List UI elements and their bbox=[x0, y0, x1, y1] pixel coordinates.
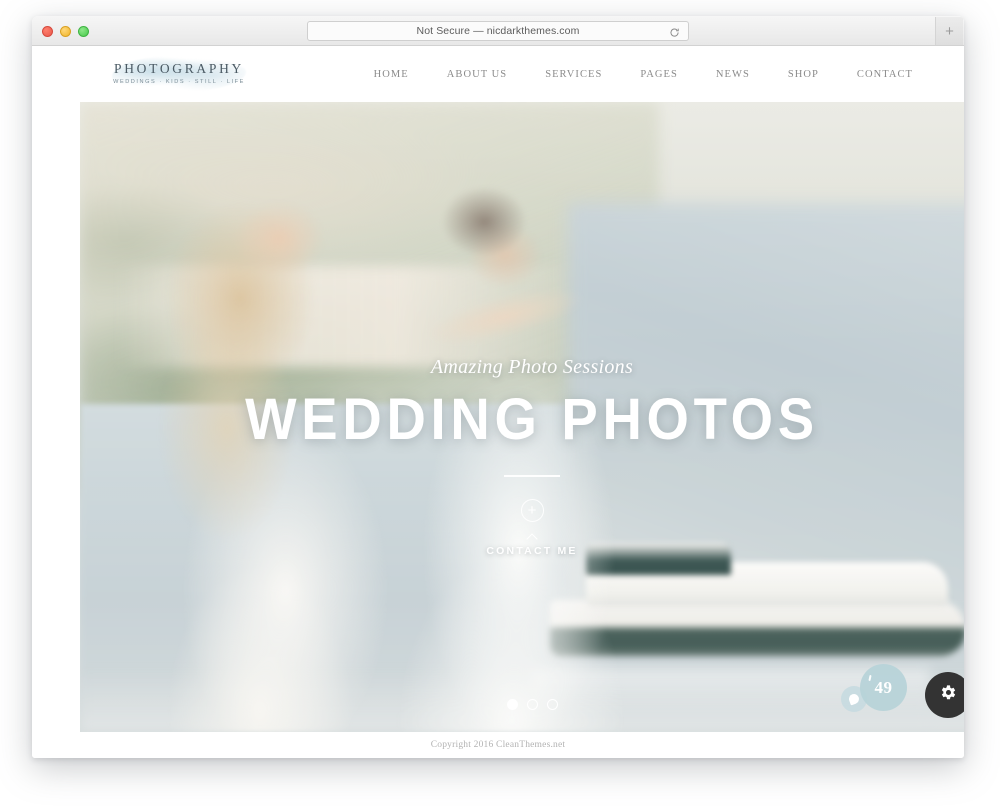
bubble-count: 49 bbox=[874, 678, 893, 697]
maximize-window-button[interactable] bbox=[78, 25, 89, 37]
logo-title: PHOTOGRAPHY bbox=[114, 61, 244, 77]
plus-icon[interactable]: + bbox=[520, 499, 544, 522]
nav-item-home[interactable]: HOME bbox=[355, 69, 428, 80]
nav-item-pages[interactable]: PAGES bbox=[621, 69, 697, 80]
slider-pagination bbox=[80, 699, 964, 710]
contact-me-button[interactable]: CONTACT ME bbox=[80, 545, 964, 557]
browser-titlebar: Not Secure — nicdarkthemes.com + bbox=[32, 16, 964, 46]
site-logo[interactable]: PHOTOGRAPHY WEDDINGS · KIDS · STILL · LI… bbox=[112, 56, 246, 92]
logo-tagline: WEDDINGS · KIDS · STILL · LIFE bbox=[113, 78, 245, 85]
chevron-up-icon[interactable] bbox=[527, 532, 538, 539]
settings-button[interactable] bbox=[925, 672, 964, 718]
hero-divider bbox=[504, 475, 560, 477]
slider-dot-2[interactable] bbox=[526, 699, 538, 710]
address-bar[interactable]: Not Secure — nicdarkthemes.com bbox=[307, 21, 689, 41]
site-footer: Copyright 2016 CleanThemes.net bbox=[42, 732, 954, 758]
minimize-window-button[interactable] bbox=[60, 25, 71, 37]
hero-title: WEDDING PHOTOS bbox=[245, 387, 819, 452]
nav-item-about-us[interactable]: ABOUT US bbox=[428, 69, 526, 80]
gear-icon bbox=[939, 683, 958, 707]
slider-dot-1[interactable] bbox=[506, 699, 518, 710]
nav-item-news[interactable]: NEWS bbox=[697, 69, 769, 80]
reload-icon[interactable] bbox=[669, 26, 680, 37]
nav-item-shop[interactable]: SHOP bbox=[769, 69, 838, 80]
slider-dot-3[interactable] bbox=[546, 699, 558, 710]
nav-item-services[interactable]: SERVICES bbox=[526, 69, 621, 80]
traffic-lights bbox=[42, 16, 89, 46]
bubble-tick-icon bbox=[868, 674, 872, 682]
copyright-text: Copyright 2016 CleanThemes.net bbox=[430, 740, 566, 750]
page-content: PHOTOGRAPHY WEDDINGS · KIDS · STILL · LI… bbox=[32, 46, 964, 758]
hero-slider: Amazing Photo Sessions WEDDING PHOTOS + … bbox=[80, 102, 964, 732]
new-tab-button[interactable]: + bbox=[935, 17, 963, 45]
url-text: Not Secure — nicdarkthemes.com bbox=[416, 25, 580, 37]
bubble-main[interactable]: 49 bbox=[860, 664, 907, 711]
hero-subtitle: Amazing Photo Sessions bbox=[430, 356, 634, 378]
browser-window: Not Secure — nicdarkthemes.com + PHOTOGR… bbox=[32, 16, 964, 758]
hero-content: Amazing Photo Sessions WEDDING PHOTOS + … bbox=[80, 357, 964, 557]
close-window-button[interactable] bbox=[42, 25, 53, 37]
site-header: PHOTOGRAPHY WEDDINGS · KIDS · STILL · LI… bbox=[42, 46, 954, 102]
notification-bubble-widget[interactable]: 49 bbox=[841, 664, 907, 712]
nav-item-contact[interactable]: CONTACT bbox=[838, 69, 932, 80]
main-navigation: HOME ABOUT US SERVICES PAGES NEWS SHOP C… bbox=[355, 69, 932, 80]
